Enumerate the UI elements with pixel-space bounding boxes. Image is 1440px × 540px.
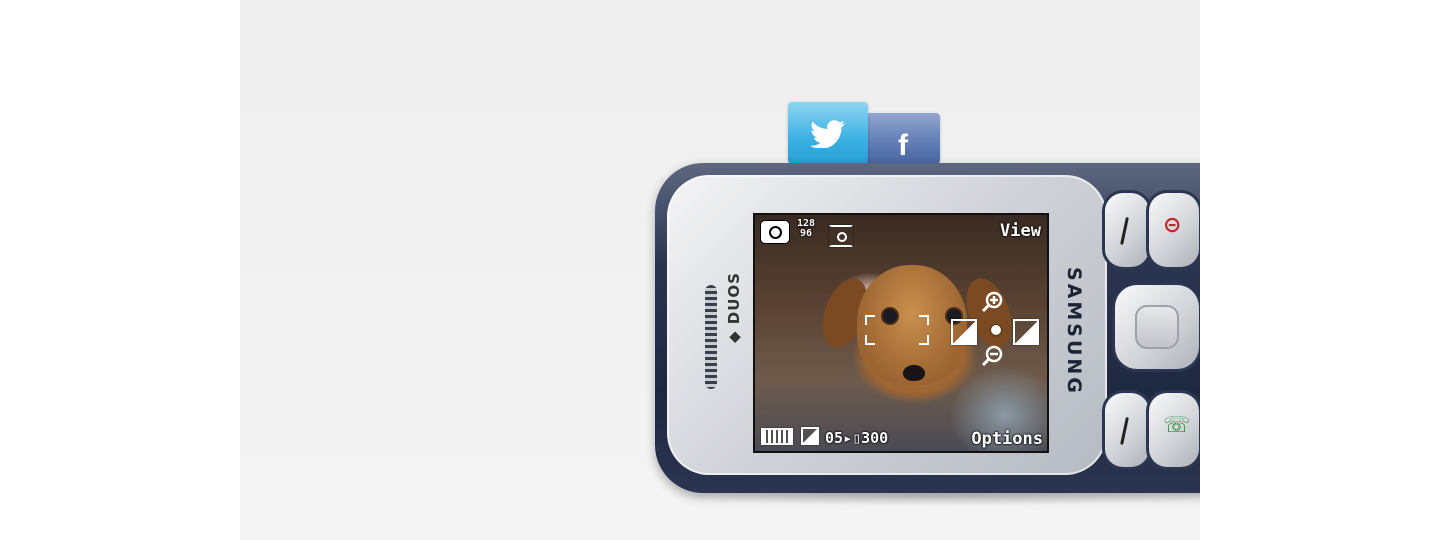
twitter-bird-icon — [810, 120, 845, 148]
navigation-pad[interactable] — [1115, 285, 1199, 369]
front-panel: ◆ DUOS SAMSUNG 128 96 View 05▸▯300 Optio… — [667, 175, 1107, 475]
end-call-button[interactable]: ⊝ — [1149, 193, 1199, 267]
keypad: ⊝ ☏ — [1105, 189, 1200, 469]
zoom-in-icon[interactable] — [981, 291, 1003, 313]
storage-icon: ▸▯ — [843, 429, 862, 447]
exposure-up-icon[interactable] — [1013, 319, 1039, 345]
facebook-tile: f — [866, 113, 940, 164]
speaker-grille — [705, 285, 717, 389]
metering-icon — [829, 225, 853, 247]
exposure-down-icon[interactable] — [951, 319, 977, 345]
ok-button[interactable] — [1135, 305, 1179, 349]
shot-counter: 05▸▯300 — [825, 429, 889, 447]
facebook-icon: f — [898, 129, 908, 162]
model-label: ◆ DUOS — [725, 272, 743, 343]
camera-screen: 128 96 View 05▸▯300 Options — [753, 213, 1049, 453]
zoom-out-icon[interactable] — [981, 345, 1003, 367]
twitter-tile — [788, 102, 868, 164]
battery-icon — [761, 428, 793, 445]
brand-logo: SAMSUNG — [1063, 267, 1085, 396]
camera-icon — [761, 221, 789, 243]
right-softkey-button[interactable] — [1105, 393, 1149, 467]
options-softkey[interactable]: Options — [971, 429, 1043, 449]
view-softkey[interactable]: View — [1000, 221, 1041, 241]
exposure-icon — [801, 427, 819, 445]
left-softkey-button[interactable] — [1105, 193, 1149, 267]
call-button[interactable]: ☏ — [1149, 393, 1199, 467]
center-dot-icon — [991, 325, 1001, 335]
phone-body: ◆ DUOS SAMSUNG 128 96 View 05▸▯300 Optio… — [655, 163, 1200, 493]
resolution-indicator: 128 96 — [797, 218, 816, 239]
product-stage: f ◆ DUOS SAMSUNG 128 96 View 05▸▯300 Opt… — [240, 0, 1200, 540]
dog-nose — [903, 365, 925, 381]
focus-frame-icon — [865, 315, 929, 345]
